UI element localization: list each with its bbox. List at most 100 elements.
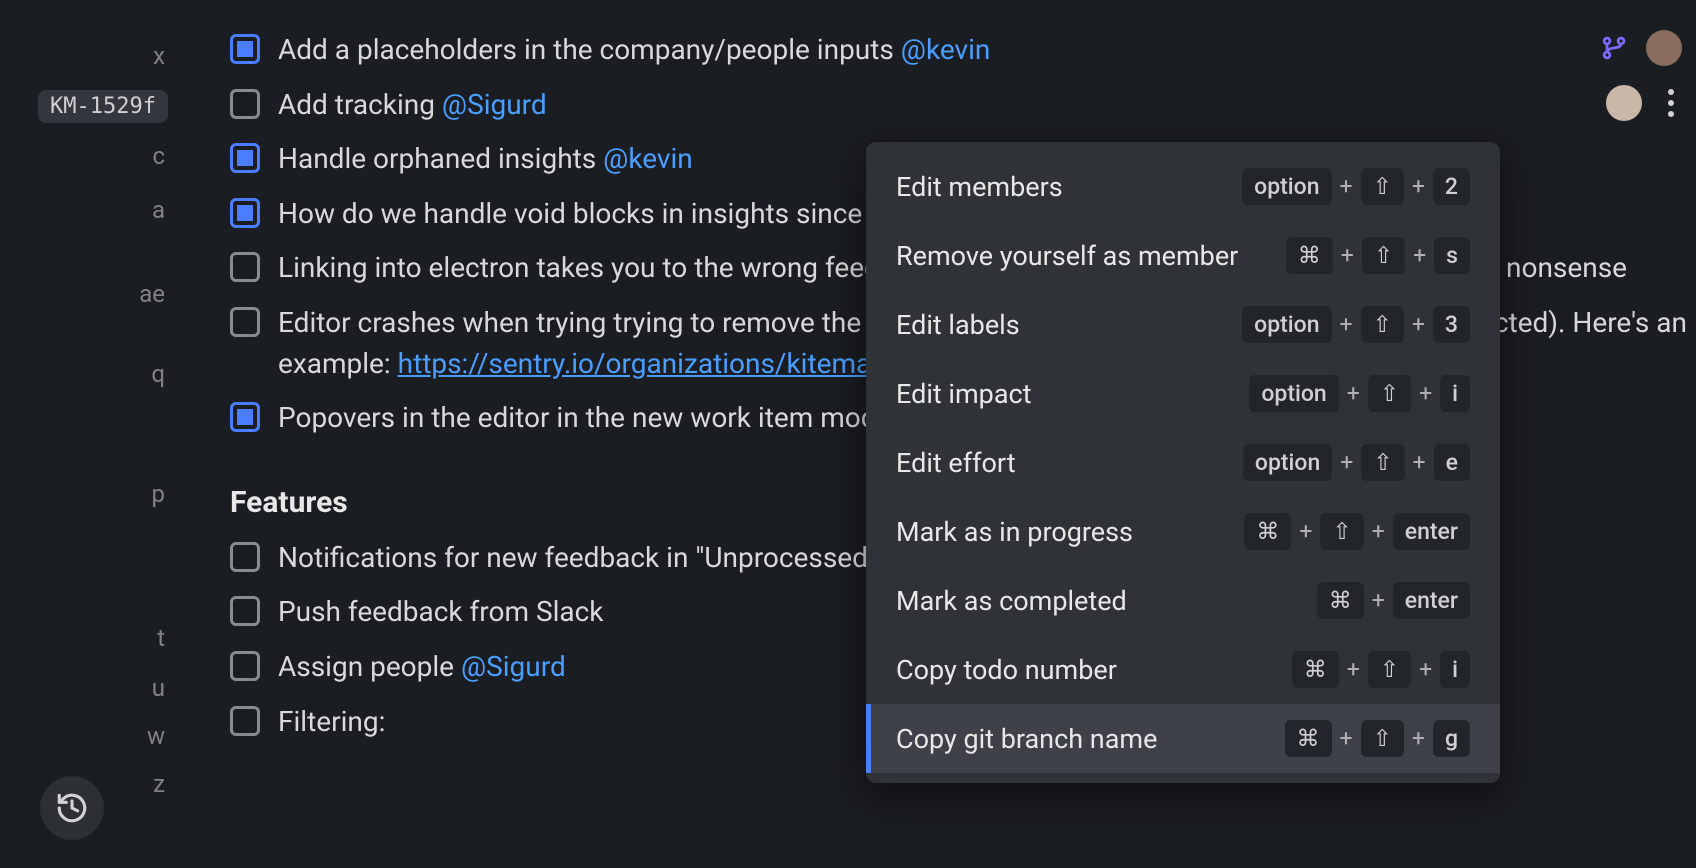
keyboard-shortcut: ⌘ + ⇧ + enter (1244, 513, 1470, 550)
menu-item-label: Edit labels (896, 309, 1020, 341)
keyboard-shortcut: ⌘ + enter (1317, 582, 1470, 619)
menu-item[interactable]: Copy todo number⌘+⇧+i (866, 635, 1500, 704)
key: i (1440, 651, 1470, 688)
checkbox[interactable] (230, 198, 260, 228)
key: s (1434, 237, 1470, 274)
menu-item-label: Mark as in progress (896, 516, 1133, 548)
gutter-key: z (153, 770, 165, 798)
key: ⇧ (1361, 444, 1404, 481)
plus: + (1347, 380, 1360, 407)
gutter-key: x (153, 42, 165, 70)
keyboard-shortcut: option + ⇧ +3 (1242, 306, 1470, 343)
checkbox[interactable] (230, 596, 260, 626)
git-branch-icon[interactable] (1600, 34, 1628, 62)
gutter-key: q (151, 360, 165, 388)
task-text: Add a placeholders in the company/people… (278, 30, 1582, 71)
key: option (1242, 306, 1331, 343)
key: ⇧ (1368, 651, 1411, 688)
mention[interactable]: @Sigurd (442, 88, 547, 121)
key: ⌘ (1317, 582, 1364, 619)
plus: + (1413, 449, 1426, 476)
keyboard-shortcut: ⌘+⇧+i (1292, 651, 1470, 688)
checkbox[interactable] (230, 34, 260, 64)
gutter-key: p (152, 480, 165, 508)
mention[interactable]: @Sigurd (461, 650, 566, 683)
key: ⇧ (1368, 375, 1411, 412)
plus: + (1412, 173, 1425, 200)
gutter-key: a (152, 196, 165, 224)
checkbox[interactable] (230, 143, 260, 173)
menu-item[interactable]: Mark as in progress ⌘ + ⇧ + enter (866, 497, 1500, 566)
gutter-key: u (152, 674, 165, 702)
avatar[interactable] (1646, 30, 1682, 66)
gutter-key: t (157, 624, 165, 652)
keyboard-shortcut: option + ⇧ + i (1249, 375, 1470, 412)
key: ⌘ (1285, 720, 1332, 757)
history-icon (55, 791, 89, 825)
plus: + (1419, 380, 1432, 407)
history-button[interactable] (40, 776, 104, 840)
list-item[interactable]: Add a placeholders in the company/people… (230, 30, 1696, 71)
key: ⇧ (1361, 168, 1404, 205)
menu-item[interactable]: Edit impact option + ⇧ + i (866, 359, 1500, 428)
keyboard-shortcut: ⌘+⇧+g (1285, 720, 1470, 757)
more-button[interactable] (1660, 89, 1682, 117)
avatar[interactable] (1606, 85, 1642, 121)
menu-item-label: Copy git branch name (896, 723, 1157, 755)
key: 3 (1433, 306, 1470, 343)
plus: + (1372, 587, 1385, 614)
menu-item-label: Edit impact (896, 378, 1031, 410)
plus: + (1413, 242, 1426, 269)
checkbox[interactable] (230, 252, 260, 282)
key: option (1243, 444, 1332, 481)
menu-item-label: Copy todo number (896, 654, 1117, 686)
menu-item[interactable]: Remove yourself as member⌘+⇧+s (866, 221, 1500, 290)
menu-item[interactable]: Edit labels option + ⇧ +3 (866, 290, 1500, 359)
key: ⌘ (1244, 513, 1291, 550)
checkbox[interactable] (230, 651, 260, 681)
plus: + (1372, 518, 1385, 545)
item-id-badge[interactable]: KM-1529f (38, 90, 168, 123)
row-extras (1600, 30, 1696, 66)
key: enter (1393, 582, 1470, 619)
checkbox[interactable] (230, 706, 260, 736)
key: ⌘ (1286, 237, 1333, 274)
plus: + (1341, 242, 1354, 269)
plus: + (1412, 725, 1425, 752)
key: ⇧ (1361, 306, 1404, 343)
key: option (1242, 168, 1331, 205)
plus: + (1347, 656, 1360, 683)
context-menu: Edit membersoption+⇧+2Remove yourself as… (866, 142, 1500, 783)
plus: + (1299, 518, 1312, 545)
gutter-key: ae (139, 280, 165, 308)
menu-item-label: Edit effort (896, 447, 1016, 479)
plus: + (1340, 725, 1353, 752)
list-item[interactable]: Add tracking @Sigurd (230, 85, 1696, 126)
plus: + (1412, 311, 1425, 338)
keyboard-shortcut: option + ⇧ + e (1243, 444, 1470, 481)
plus: + (1340, 173, 1353, 200)
menu-item[interactable]: Edit membersoption+⇧+2 (866, 152, 1500, 221)
key: e (1434, 444, 1470, 481)
keyboard-shortcut: option + ⇧ +2 (1242, 168, 1470, 205)
key: option (1249, 375, 1338, 412)
menu-item[interactable]: Edit effort option + ⇧ + e (866, 428, 1500, 497)
plus: + (1340, 449, 1353, 476)
menu-item[interactable]: Copy git branch name⌘+⇧+g (866, 704, 1500, 773)
key: g (1433, 720, 1470, 757)
checkbox[interactable] (230, 307, 260, 337)
checkbox[interactable] (230, 89, 260, 119)
checkbox[interactable] (230, 542, 260, 572)
gutter-key: w (147, 722, 165, 750)
plus: + (1419, 656, 1432, 683)
plus: + (1340, 311, 1353, 338)
key: ⇧ (1320, 513, 1363, 550)
task-text: Add tracking @Sigurd (278, 85, 1588, 126)
checkbox[interactable] (230, 402, 260, 432)
key: i (1440, 375, 1470, 412)
key: 2 (1433, 168, 1470, 205)
mention[interactable]: @kevin (901, 33, 991, 66)
menu-item[interactable]: Mark as completed⌘+enter (866, 566, 1500, 635)
key: enter (1393, 513, 1470, 550)
mention[interactable]: @kevin (603, 142, 693, 175)
